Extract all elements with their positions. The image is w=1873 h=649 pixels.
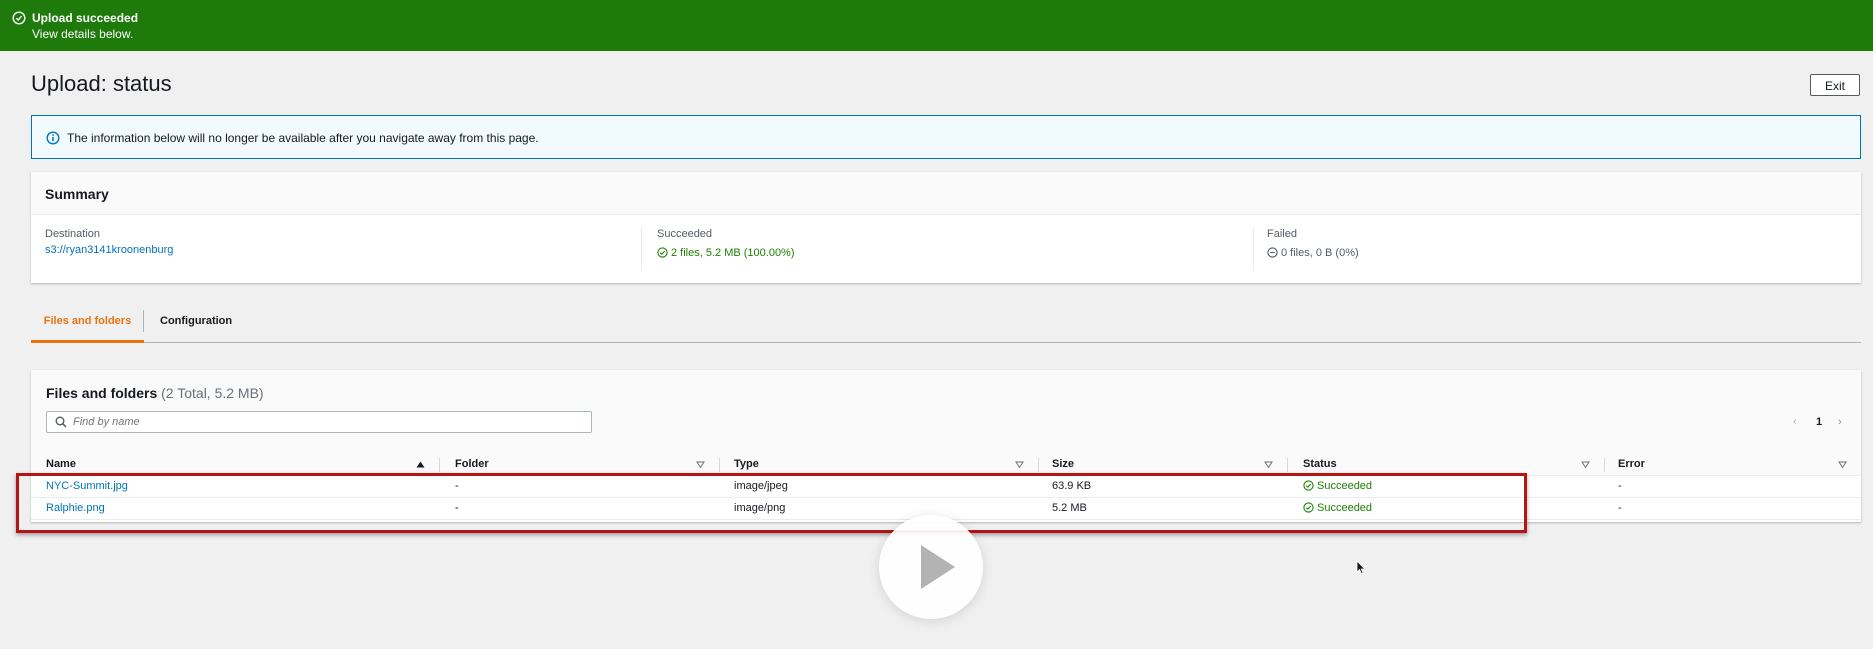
info-message: The information below will no longer be … — [67, 131, 539, 145]
play-icon — [921, 545, 955, 589]
info-alert: The information below will no longer be … — [31, 115, 1861, 159]
succeeded-text: 2 files, 5.2 MB (100.00%) — [671, 247, 795, 259]
files-title-text: Files and folders — [46, 385, 158, 401]
search-icon — [55, 416, 67, 428]
files-header: Files and folders (2 Total, 5.2 MB) ‹ 1 … — [31, 370, 1861, 454]
sort-caret-icon[interactable] — [696, 460, 705, 469]
info-circle-icon — [46, 131, 60, 145]
column-divider — [1287, 458, 1288, 472]
column-header-error[interactable]: Error — [1618, 458, 1645, 470]
destination-link[interactable]: s3://ryan3141kroonenburg — [45, 244, 173, 256]
tab-bar: Files and folders Configuration — [31, 300, 1861, 343]
summary-divider — [641, 227, 642, 271]
tab-divider — [143, 310, 144, 332]
tab-files-and-folders[interactable]: Files and folders — [31, 300, 144, 343]
summary-header: Summary — [31, 172, 1861, 215]
search-input[interactable] — [73, 414, 573, 430]
succeeded-value: 2 files, 5.2 MB (100.00%) — [657, 247, 795, 259]
summary-divider — [1253, 227, 1254, 271]
summary-title: Summary — [45, 186, 109, 202]
sort-ascending-icon[interactable] — [416, 460, 425, 469]
tab-configuration[interactable]: Configuration — [160, 300, 232, 343]
video-play-button[interactable] — [879, 515, 983, 619]
column-divider — [439, 458, 440, 472]
sort-caret-icon[interactable] — [1015, 460, 1024, 469]
check-circle-icon — [12, 11, 26, 25]
file-error: - — [1618, 502, 1622, 514]
mouse-cursor-icon — [1356, 560, 1366, 575]
check-circle-icon — [657, 247, 668, 258]
failed-text: 0 files, 0 B (0%) — [1281, 247, 1359, 259]
row-highlight-annotation — [16, 473, 1527, 533]
pagination-next-button[interactable]: › — [1838, 416, 1842, 428]
file-error: - — [1618, 480, 1622, 492]
column-divider — [1604, 458, 1605, 472]
exit-button[interactable]: Exit — [1810, 74, 1860, 96]
column-divider — [719, 458, 720, 472]
succeeded-label: Succeeded — [657, 228, 713, 240]
files-count: (2 Total, 5.2 MB) — [161, 385, 264, 401]
failed-label: Failed — [1267, 228, 1297, 240]
sort-caret-icon[interactable] — [1264, 460, 1273, 469]
sort-caret-icon[interactable] — [1838, 460, 1847, 469]
page-title: Upload: status — [31, 71, 172, 96]
minus-circle-icon — [1267, 247, 1278, 258]
flash-subtitle: View details below. — [32, 27, 134, 41]
column-header-type[interactable]: Type — [734, 458, 759, 470]
sort-caret-icon[interactable] — [1581, 460, 1590, 469]
search-box[interactable] — [46, 411, 592, 433]
pagination-prev-button[interactable]: ‹ — [1793, 416, 1797, 428]
column-divider — [1038, 458, 1039, 472]
column-header-name[interactable]: Name — [46, 458, 76, 470]
column-header-size[interactable]: Size — [1052, 458, 1074, 470]
pagination-current-page[interactable]: 1 — [1816, 416, 1822, 428]
success-flash-banner: Upload succeeded View details below. — [0, 0, 1873, 51]
column-header-folder[interactable]: Folder — [455, 458, 489, 470]
destination-label: Destination — [45, 228, 101, 240]
files-title: Files and folders (2 Total, 5.2 MB) — [46, 385, 264, 401]
flash-title: Upload succeeded — [32, 11, 139, 25]
failed-value: 0 files, 0 B (0%) — [1267, 247, 1359, 259]
summary-panel: Summary Destination s3://ryan3141kroonen… — [31, 172, 1861, 283]
column-header-status[interactable]: Status — [1303, 458, 1337, 470]
